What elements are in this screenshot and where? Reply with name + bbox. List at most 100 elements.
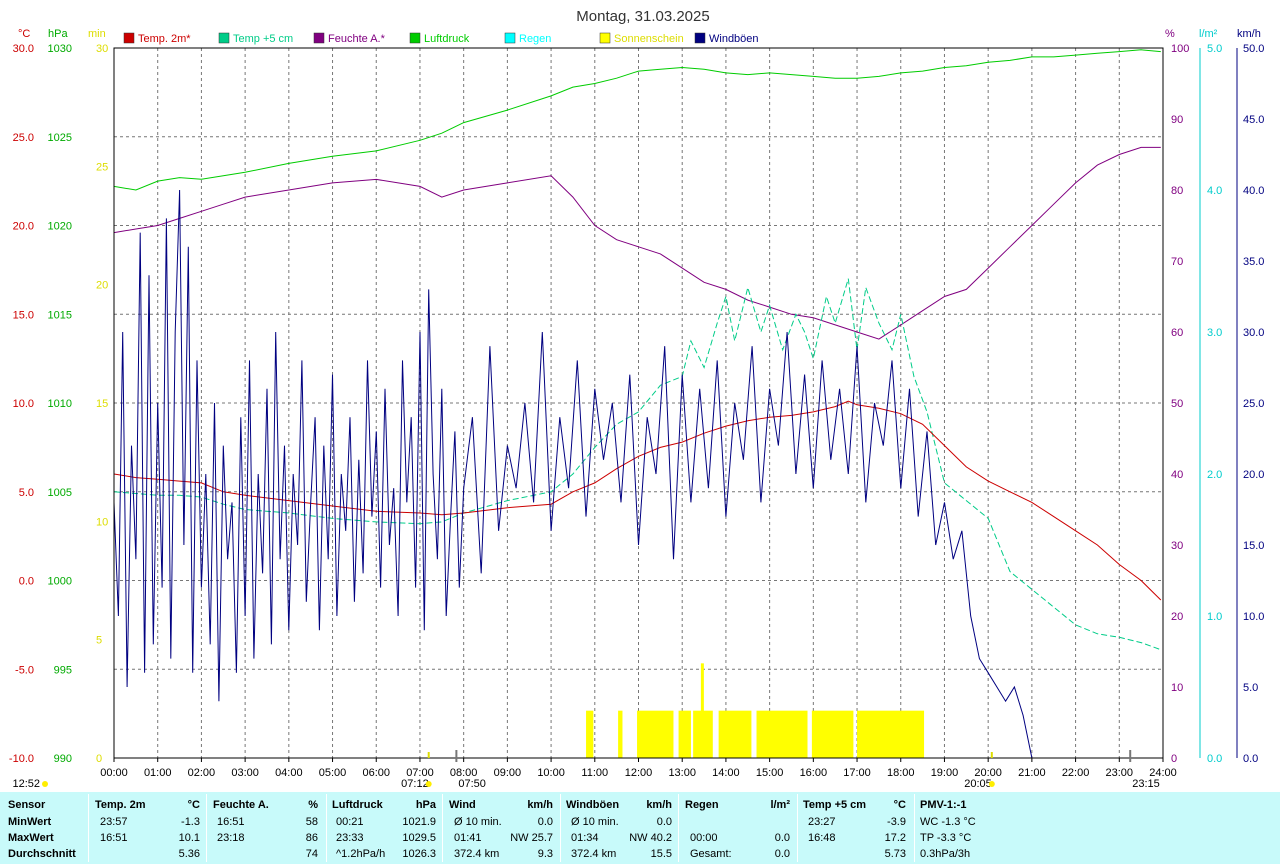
- axis-tick-temp: 25.0: [13, 132, 34, 144]
- stats-header-temp5cm-unit: °C: [893, 799, 906, 811]
- legend-label: Temp +5 cm: [233, 33, 293, 45]
- sun-icon: [988, 781, 995, 787]
- axis-tick-temp: 20.0: [13, 221, 34, 233]
- stats-header-pressure-unit: hPa: [415, 799, 436, 811]
- axis-tick-temp: 10.0: [13, 398, 34, 410]
- legend-label: Sonnenschein: [614, 33, 684, 45]
- axis-tick-hum: 10: [1171, 682, 1183, 694]
- stats-cell-g-time: 372.4 km: [571, 848, 617, 860]
- axis-tick-hum: 30: [1171, 540, 1183, 552]
- stats-cell-hum-time: 23:18: [217, 832, 245, 844]
- legend-label: Feuchte A.*: [328, 33, 386, 45]
- stats-cell-t5-val: 5.73: [884, 848, 906, 860]
- legend-swatch: [504, 32, 516, 44]
- stats-cell-hum-val: 74: [305, 848, 318, 860]
- stats-cell-t5-time: 23:27: [808, 816, 836, 828]
- stats-cell-hum-val: 58: [305, 816, 318, 828]
- x-tick-label: 05:00: [319, 767, 347, 779]
- axis-tick-rain: 1.0: [1207, 611, 1222, 623]
- stats-cell-hum-time: 16:51: [217, 816, 245, 828]
- stats-row-label: MinWert: [8, 816, 52, 828]
- stats-header-wind-unit: km/h: [527, 799, 553, 811]
- legend-swatch: [694, 32, 706, 44]
- axis-tick-wind: 15.0: [1243, 540, 1264, 552]
- axis-tick-press: 995: [54, 664, 72, 676]
- legend-label: Windböen: [709, 33, 759, 45]
- x-tick-label: 18:00: [887, 767, 915, 779]
- axis-tick-sun: 0: [96, 753, 102, 765]
- x-tick-label: 22:00: [1062, 767, 1090, 779]
- axis-tick-rain: 5.0: [1207, 43, 1222, 55]
- chart-series: [113, 49, 1162, 759]
- stats-header-gusts-unit: km/h: [646, 799, 672, 811]
- axis-tick-rain: 2.0: [1207, 469, 1222, 481]
- sun-icon: [42, 781, 48, 787]
- axis-tick-hum: 50: [1171, 398, 1183, 410]
- sunshine-bars: [586, 663, 925, 758]
- axis-tick-rain: 0.0: [1207, 753, 1222, 765]
- sunshine-bar: [756, 710, 808, 758]
- axis-tick-wind: 35.0: [1243, 256, 1264, 268]
- stats-header-sensor: Sensor: [8, 799, 46, 811]
- marker-label: 20:05: [964, 778, 992, 790]
- axis-tick-hum: 80: [1171, 185, 1183, 197]
- stats-header-temp5cm: Temp +5 cm: [803, 799, 867, 811]
- x-tick-label: 19:00: [931, 767, 959, 779]
- x-tick-label: 11:00: [581, 767, 608, 779]
- stats-cell-pmv: 0.3hPa/3h: [920, 848, 971, 860]
- axis-tick-press: 1020: [48, 221, 72, 233]
- stats-cell-t2-val: 10.1: [178, 832, 200, 844]
- stats-cell-t5-val: 17.2: [884, 832, 906, 844]
- stats-cell-hum-val: 86: [305, 832, 318, 844]
- legend-swatch: [599, 32, 611, 44]
- axis-label-rain: l/m²: [1199, 28, 1218, 40]
- axis-tick-temp: -5.0: [15, 664, 34, 676]
- axis-label-wind: km/h: [1237, 28, 1261, 40]
- axis-tick-wind: 40.0: [1243, 185, 1264, 197]
- axis-tick-wind: 0.0: [1243, 753, 1258, 765]
- axis-tick-sun: 30: [96, 43, 108, 55]
- stats-cell-p-time: ^1.2hPa/h: [336, 848, 386, 860]
- stats-header-temp2m-unit: °C: [187, 799, 200, 811]
- legend-swatch: [409, 32, 421, 44]
- axis-label-hum: %: [1165, 28, 1175, 40]
- axis-tick-rain: 4.0: [1207, 185, 1222, 197]
- axis-tick-wind: 45.0: [1243, 114, 1264, 126]
- stats-header-pressure: Luftdruck: [332, 799, 383, 811]
- x-tick-label: 14:00: [712, 767, 740, 779]
- axis-tick-press: 1010: [48, 398, 72, 410]
- stats-cell-t5-val: -3.9: [887, 816, 906, 828]
- axis-tick-hum: 60: [1171, 327, 1183, 339]
- statistics-table: Sensor Temp. 2m °C Feuchte A. % Luftdruc…: [0, 792, 1280, 864]
- stats-cell-r-val: 0.0: [774, 848, 790, 860]
- stats-cell-t2-time: 16:51: [100, 832, 128, 844]
- axis-tick-hum: 70: [1171, 256, 1183, 268]
- chart-title: Montag, 31.03.2025: [576, 8, 709, 25]
- stats-header-pmv: PMV-1:-1: [920, 799, 967, 811]
- stats-cell-g-val: 15.5: [650, 848, 672, 860]
- stats-row-label: Durchschnitt: [8, 848, 76, 860]
- axis-tick-hum: 0: [1171, 753, 1177, 765]
- axis-tick-press: 1025: [48, 132, 72, 144]
- stats-header-gusts: Windböen: [566, 799, 620, 811]
- x-tick-label: 10:00: [537, 767, 565, 779]
- x-tick-label: 12:00: [625, 767, 653, 779]
- x-tick-label: 09:00: [494, 767, 522, 779]
- x-tick-label: 04:00: [275, 767, 303, 779]
- stats-cell-t2-time: 23:57: [100, 816, 128, 828]
- x-tick-label: 23:00: [1106, 767, 1134, 779]
- axis-tick-temp: 0.0: [19, 576, 34, 588]
- axis-tick-wind: 30.0: [1243, 327, 1264, 339]
- stats-cell-w-val: NW 25.7: [510, 832, 553, 844]
- stats-cell-p-val: 1026.3: [402, 848, 436, 860]
- stats-header-rain-unit: l/m²: [770, 799, 790, 811]
- stats-header-temp2m: Temp. 2m: [95, 799, 146, 811]
- axis-tick-hum: 100: [1171, 43, 1189, 55]
- axis-tick-sun: 20: [96, 280, 108, 292]
- axis-tick-wind: 20.0: [1243, 469, 1264, 481]
- stats-cell-w-val: 0.0: [537, 816, 553, 828]
- stats-cell-t2-val: 5.36: [178, 848, 200, 860]
- axis-tick-press: 1005: [48, 487, 72, 499]
- axis-tick-wind: 50.0: [1243, 43, 1264, 55]
- axis-tick-temp: -10.0: [9, 753, 34, 765]
